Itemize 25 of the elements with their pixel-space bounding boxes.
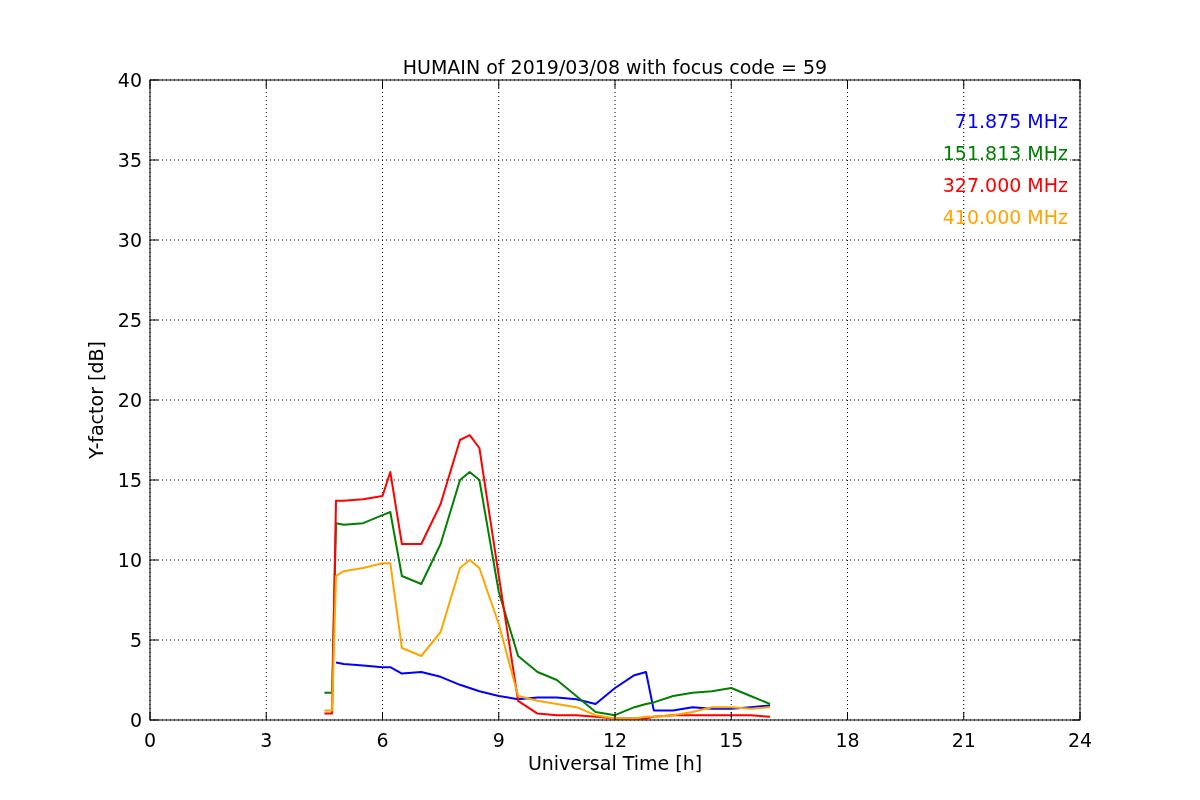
x-tick-label: 15	[719, 729, 744, 751]
x-tick-label: 12	[602, 729, 628, 751]
x-axis-label: Universal Time [h]	[527, 752, 703, 774]
legend-label: 410.000 MHz	[942, 206, 1068, 228]
x-tick-label: 18	[835, 729, 860, 751]
y-tick-label: 15	[117, 469, 142, 491]
y-tick-label: 10	[117, 549, 142, 571]
x-tick-label: 0	[143, 729, 157, 751]
chart-title: HUMAIN of 2019/03/08 with focus code = 59	[402, 56, 828, 78]
y-tick-label: 30	[117, 229, 142, 251]
legend-label: 327.000 MHz	[942, 174, 1068, 196]
y-tick-label: 0	[129, 709, 142, 731]
x-tick-label: 3	[260, 729, 273, 751]
y-tick-label: 20	[117, 389, 142, 411]
x-tick-label: 24	[1067, 729, 1093, 751]
x-tick-label: 21	[951, 729, 976, 751]
y-tick-label: 25	[117, 309, 142, 331]
y-axis-label: Y-factor [dB]	[85, 341, 107, 459]
x-tick-label: 6	[376, 729, 389, 751]
y-tick-label: 5	[129, 629, 142, 651]
legend-label: 71.875 MHz	[954, 110, 1068, 132]
y-tick-label: 35	[117, 149, 142, 171]
x-tick-label: 9	[492, 729, 505, 751]
y-tick-label: 40	[117, 69, 142, 91]
legend-label: 151.813 MHz	[942, 142, 1068, 164]
